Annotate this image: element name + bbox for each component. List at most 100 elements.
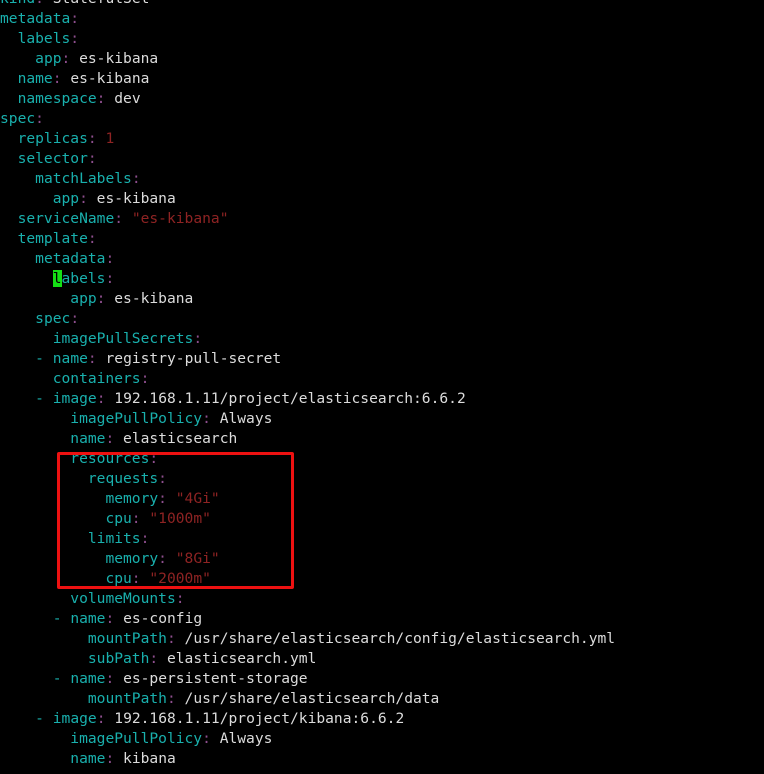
yaml-key: requests: [87, 470, 159, 487]
code-line[interactable]: labels:: [0, 269, 764, 289]
code-line[interactable]: metadata:: [0, 9, 764, 29]
yaml-key: image: [52, 710, 97, 727]
yaml-key: name: [70, 670, 106, 687]
code-line[interactable]: subPath: elasticsearch.yml: [0, 649, 764, 669]
code-line[interactable]: imagePullSecrets:: [0, 329, 764, 349]
code-line[interactable]: - image: 192.168.1.11/project/elasticsea…: [0, 389, 764, 409]
yaml-value: es-persistent-storage: [123, 670, 308, 687]
code-line[interactable]: name: elasticsearch: [0, 429, 764, 449]
colon-punct: :: [131, 570, 141, 587]
code-line[interactable]: app: es-kibana: [0, 189, 764, 209]
yaml-key: memory: [105, 550, 159, 567]
list-dash: -: [52, 670, 62, 687]
code-line[interactable]: imagePullPolicy: Always: [0, 409, 764, 429]
colon-punct: :: [70, 10, 80, 27]
code-line[interactable]: resources:: [0, 449, 764, 469]
yaml-key: imagePullPolicy: [70, 730, 203, 747]
code-line[interactable]: selector:: [0, 149, 764, 169]
code-line[interactable]: volumeMounts:: [0, 589, 764, 609]
code-line[interactable]: app: es-kibana: [0, 289, 764, 309]
colon-punct: :: [87, 230, 97, 247]
code-line[interactable]: - name: es-persistent-storage: [0, 669, 764, 689]
code-line[interactable]: limits:: [0, 529, 764, 549]
code-line[interactable]: - image: 192.168.1.11/project/kibana:6.6…: [0, 709, 764, 729]
colon-punct: :: [131, 170, 141, 187]
code-line[interactable]: name: es-kibana: [0, 69, 764, 89]
code-line[interactable]: spec:: [0, 309, 764, 329]
code-line[interactable]: spec:: [0, 109, 764, 129]
yaml-code-area[interactable]: kind: StatefulSetmetadata: labels: app: …: [0, 0, 764, 774]
yaml-value: StatefulSet: [53, 0, 150, 7]
yaml-value: es-config: [123, 610, 203, 627]
code-line[interactable]: name: kibana: [0, 749, 764, 769]
yaml-key: name: [70, 430, 106, 447]
yaml-value: es-kibana: [114, 290, 194, 307]
block-cursor[interactable]: l: [52, 270, 62, 287]
code-line[interactable]: replicas: 1: [0, 129, 764, 149]
code-line[interactable]: mountPath: /usr/share/elasticsearch/data: [0, 689, 764, 709]
yaml-key: imagePullPolicy: [70, 410, 203, 427]
yaml-key: volumeMounts: [70, 590, 176, 607]
yaml-key: resources: [70, 450, 150, 467]
code-line[interactable]: cpu: "2000m": [0, 569, 764, 589]
terminal-window[interactable]: kind: StatefulSetmetadata: labels: app: …: [0, 0, 764, 774]
code-line[interactable]: app: es-kibana: [0, 49, 764, 69]
colon-punct: :: [149, 770, 158, 774]
yaml-key: mountPath: [87, 690, 167, 707]
code-line[interactable]: cpu: "1000m": [0, 509, 764, 529]
code-line[interactable]: namespace: dev: [0, 89, 764, 109]
colon-punct: :: [105, 430, 115, 447]
yaml-key: app: [52, 190, 80, 207]
colon-punct: :: [105, 670, 115, 687]
yaml-value: "2000m": [149, 570, 211, 587]
code-line[interactable]: resources:: [0, 769, 764, 774]
yaml-value: Always: [219, 730, 273, 747]
yaml-key: containers: [52, 370, 141, 387]
colon-punct: :: [140, 370, 150, 387]
code-line[interactable]: - name: registry-pull-secret: [0, 349, 764, 369]
code-line[interactable]: mountPath: /usr/share/elasticsearch/conf…: [0, 629, 764, 649]
code-line[interactable]: memory: "8Gi": [0, 549, 764, 569]
colon-punct: :: [131, 510, 141, 527]
yaml-value: 1: [105, 130, 115, 147]
code-line[interactable]: - name: es-config: [0, 609, 764, 629]
code-line[interactable]: requests:: [0, 469, 764, 489]
code-line[interactable]: metadata:: [0, 249, 764, 269]
colon-punct: :: [166, 630, 176, 647]
code-line[interactable]: containers:: [0, 369, 764, 389]
colon-punct: :: [70, 310, 80, 327]
code-line[interactable]: memory: "4Gi": [0, 489, 764, 509]
code-line[interactable]: labels:: [0, 29, 764, 49]
code-line[interactable]: matchLabels:: [0, 169, 764, 189]
list-dash: -: [35, 350, 44, 367]
yaml-value: "4Gi": [175, 490, 220, 507]
yaml-value: 192.168.1.11/project/elasticsearch:6.6.2: [114, 390, 466, 407]
code-line[interactable]: template:: [0, 229, 764, 249]
code-line[interactable]: serviceName: "es-kibana": [0, 209, 764, 229]
code-line[interactable]: kind: StatefulSet: [0, 0, 764, 9]
yaml-key: serviceName: [17, 210, 115, 227]
code-line[interactable]: imagePullPolicy: Always: [0, 729, 764, 749]
yaml-key: limits: [87, 530, 141, 547]
